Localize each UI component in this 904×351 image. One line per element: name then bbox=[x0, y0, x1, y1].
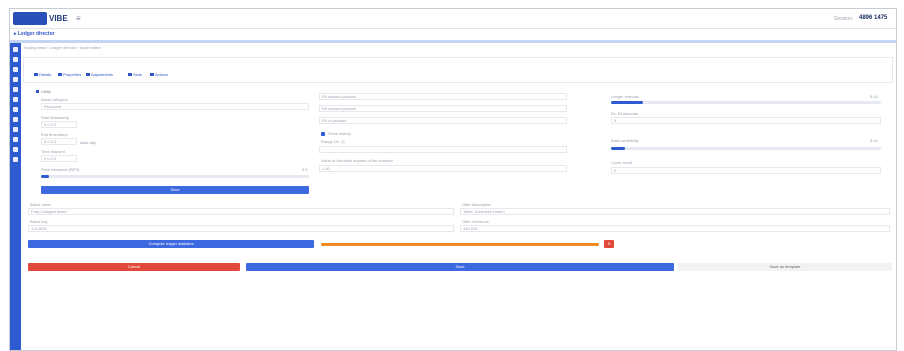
section-hint: Utility bbox=[36, 89, 51, 94]
session-label: Session: bbox=[834, 16, 854, 22]
dashboard-icon[interactable] bbox=[13, 57, 18, 62]
header-divider bbox=[10, 40, 896, 43]
show-history-label: Show history bbox=[328, 131, 351, 136]
app-logo-text: VIBE bbox=[49, 14, 68, 23]
fill-amount-field-1[interactable]: Fill amount product bbox=[319, 93, 567, 100]
file-icon[interactable] bbox=[13, 117, 18, 122]
asset-category-label: Asset category bbox=[41, 97, 68, 102]
tab-card bbox=[23, 57, 893, 83]
spread-label: Value of the state request of the contra… bbox=[321, 158, 393, 163]
breadcrumb: Trading desk › Ledger director › Asset e… bbox=[23, 45, 101, 50]
apply-button[interactable]: Save bbox=[41, 186, 309, 194]
range-label: Range (%, 1) bbox=[321, 139, 345, 144]
tab-slots[interactable]: Slots bbox=[128, 72, 142, 78]
list-icon[interactable] bbox=[13, 87, 18, 92]
save-template-button[interactable]: Save as template bbox=[678, 263, 892, 271]
trash-icon[interactable]: ✕ bbox=[604, 240, 614, 248]
slider-fill bbox=[41, 175, 50, 178]
auto-day-label: Auto day bbox=[80, 140, 96, 145]
progress-bar bbox=[321, 243, 599, 246]
cancel-button[interactable]: Cancel bbox=[28, 263, 240, 271]
start-timestamp-input[interactable]: 0 0 0 0 bbox=[41, 121, 77, 128]
base-sensitivity-value: 0.14 bbox=[870, 138, 878, 143]
ledger-icon[interactable] bbox=[13, 67, 18, 72]
cycle-count-label: Cycle count bbox=[611, 160, 632, 165]
range-input[interactable] bbox=[319, 146, 567, 153]
help-icon[interactable] bbox=[13, 157, 18, 162]
gear-icon[interactable] bbox=[13, 127, 18, 132]
price-tolerance-slider[interactable] bbox=[41, 175, 309, 178]
base-sensitivity-label: Base sensitivity bbox=[611, 138, 639, 143]
app-window: VIBE ≡ Session: 4896 1475 ▸ Ledger direc… bbox=[9, 8, 897, 351]
end-timestamp-input[interactable]: 0 0 0 0 bbox=[41, 138, 77, 145]
compute-statistics-button[interactable]: Compute ledger statistics bbox=[28, 240, 314, 248]
fill-amounts-input[interactable]: 0 bbox=[611, 117, 881, 124]
tab-details[interactable]: Details bbox=[34, 72, 51, 78]
slider-fill bbox=[611, 101, 644, 104]
price-tolerance-value: 0.5 bbox=[302, 167, 308, 172]
user-icon[interactable] bbox=[13, 107, 18, 112]
batch-name-input[interactable]: Fully Charged batch bbox=[28, 208, 454, 215]
asset-category-select[interactable]: Resource bbox=[41, 103, 309, 110]
tab-adjustments[interactable]: Adjustments bbox=[86, 72, 113, 78]
session-value: 4896 1475 bbox=[859, 15, 888, 21]
top-bar: VIBE ≡ Session: 4896 1475 bbox=[10, 9, 896, 29]
offer-description-input[interactable]: Table: Scheduled batch bbox=[460, 208, 890, 215]
batch-key-label: Batch key bbox=[30, 219, 48, 224]
offer-reference-input[interactable]: 440.576 bbox=[460, 225, 890, 232]
price-tolerance-label: Price tolerance (BPS) bbox=[41, 167, 80, 172]
chart-icon[interactable] bbox=[13, 77, 18, 82]
sidebar bbox=[10, 43, 21, 350]
start-timestamp-label: Start timestamp bbox=[41, 115, 70, 120]
fill-amounts-label: Ex: fill amounts bbox=[611, 111, 639, 116]
ledger-forecast-label: Ledger forecast bbox=[611, 94, 639, 99]
tag-icon[interactable] bbox=[13, 97, 18, 102]
app-logo[interactable] bbox=[13, 12, 47, 25]
hamburger-icon[interactable]: ≡ bbox=[76, 14, 81, 23]
tab-properties[interactable]: Properties bbox=[58, 72, 81, 78]
cycle-count-input[interactable]: 0 bbox=[611, 167, 881, 174]
save-button[interactable]: Save bbox=[246, 263, 674, 271]
time-elapsed-input[interactable]: 0 0 0 0 bbox=[41, 155, 77, 162]
time-elapsed-label: Time elapsed bbox=[41, 149, 65, 154]
bell-icon[interactable] bbox=[13, 147, 18, 152]
offer-description-label: Offer description bbox=[462, 202, 492, 207]
spread-input[interactable]: 1.40 bbox=[319, 165, 567, 172]
show-history-checkbox[interactable] bbox=[321, 132, 325, 136]
home-icon[interactable] bbox=[13, 47, 18, 52]
fill-amount-field-2[interactable]: Fill amount product bbox=[319, 105, 567, 112]
base-sensitivity-slider[interactable] bbox=[611, 147, 881, 150]
ledger-forecast-value: 0.14 bbox=[870, 94, 878, 99]
info-icon[interactable] bbox=[13, 137, 18, 142]
fill-product-field[interactable]: Fill of product bbox=[319, 117, 567, 124]
end-timestamp-label: End timestamp bbox=[41, 132, 68, 137]
batch-name-label: Batch name bbox=[30, 202, 52, 207]
tab-actions[interactable]: Actions bbox=[150, 72, 168, 78]
batch-key-input[interactable]: 1.6.4576 bbox=[28, 225, 454, 232]
page-title[interactable]: ▸ Ledger director bbox=[14, 31, 55, 37]
offer-reference-label: Offer reference bbox=[462, 219, 489, 224]
slider-fill bbox=[611, 147, 625, 150]
ledger-forecast-slider[interactable] bbox=[611, 101, 881, 104]
